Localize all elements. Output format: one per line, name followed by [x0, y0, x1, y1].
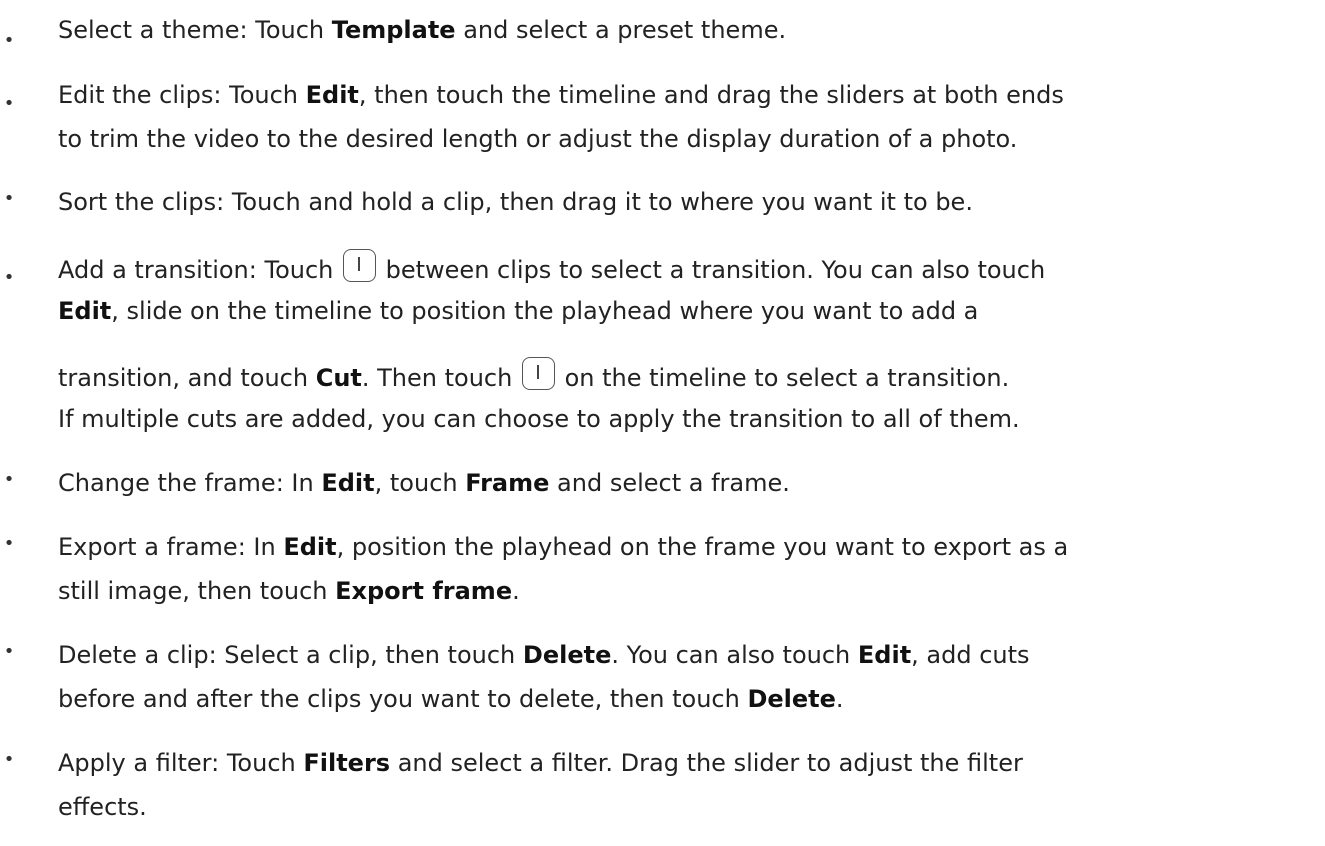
bullet-marker: • [3, 188, 15, 209]
ui-term: Edit [58, 297, 112, 325]
text-segment: before and after the clips you want to d… [58, 685, 748, 713]
text-segment: , then touch the timeline and drag the s… [358, 81, 1064, 109]
text-segment: and select a filter. Drag the slider to … [390, 749, 1023, 777]
ui-term: Edit [321, 469, 375, 497]
list-item-line: Change the frame: In Edit, touch Frame a… [58, 465, 790, 501]
bullet-marker: • [3, 30, 15, 51]
list-item-line: Add a transition: Touch between clips to… [58, 249, 1045, 288]
bullet-marker: • [3, 533, 15, 554]
ui-term: Frame [465, 469, 550, 497]
ui-term: Edit [857, 641, 912, 669]
text-segment: Change the frame: In [58, 469, 322, 497]
text-segment: , position the playhead on the frame you… [336, 533, 1069, 561]
text-segment: Edit the clips: Touch [58, 81, 306, 109]
text-segment: , touch [374, 469, 466, 497]
text-segment: Export a frame: In [58, 533, 284, 561]
list-item-line: Apply a filter: Touch Filters and select… [58, 745, 1023, 781]
list-item-line: transition, and touch Cut. Then touch on… [58, 357, 1009, 396]
bullet-marker: • [3, 749, 15, 770]
text-segment: to trim the video to the desired length … [58, 125, 1018, 153]
text-segment: Add a transition: Touch [58, 256, 341, 284]
ui-term: Filters [303, 749, 391, 777]
list-item-line: to trim the video to the desired length … [58, 121, 1017, 157]
text-segment: and select a preset theme. [455, 16, 787, 44]
text-segment: Sort the clips: Touch and hold a clip, t… [58, 188, 973, 216]
bullet-marker: • [3, 641, 15, 662]
text-segment: Select a theme: Touch [58, 16, 332, 44]
text-segment: Delete a clip: Select a clip, then touch [58, 641, 523, 669]
list-item-line: Edit, slide on the timeline to position … [58, 293, 978, 329]
text-segment: still image, then touch [58, 577, 336, 605]
bullet-marker: • [3, 267, 15, 288]
instruction-list: • Select a theme: Touch Template and sele… [0, 0, 1325, 846]
ui-term: Export frame [335, 577, 513, 605]
text-segment: . You can also touch [611, 641, 858, 669]
transition-button-icon [343, 249, 376, 282]
text-segment: transition, and touch [58, 364, 316, 392]
text-segment: Apply a filter: Touch [58, 749, 304, 777]
list-item-line: before and after the clips you want to d… [58, 681, 844, 717]
text-segment: . [512, 577, 520, 605]
ui-term: Cut [315, 364, 362, 392]
bullet-marker: • [3, 469, 15, 490]
list-item-line: If multiple cuts are added, you can choo… [58, 401, 1020, 437]
ui-term: Edit [305, 81, 359, 109]
ui-term: Template [331, 16, 456, 44]
list-item-line: effects. [58, 789, 147, 825]
ui-term: Edit [283, 533, 337, 561]
ui-term: Delete [522, 641, 612, 669]
list-item-line: Delete a clip: Select a clip, then touch… [58, 637, 1030, 673]
ui-term: Delete [747, 685, 836, 713]
list-item-line: Edit the clips: Touch Edit, then touch t… [58, 77, 1064, 113]
list-item-line: Sort the clips: Touch and hold a clip, t… [58, 184, 973, 220]
text-segment: between clips to select a transition. Yo… [378, 256, 1046, 284]
list-item-line: Export a frame: In Edit, position the pl… [58, 529, 1068, 565]
bullet-marker: • [3, 93, 15, 114]
text-segment: , add cuts [911, 641, 1030, 669]
text-segment: , slide on the timeline to position the … [111, 297, 979, 325]
text-segment: effects. [58, 793, 147, 821]
text-segment: on the timeline to select a transition. [556, 364, 1010, 392]
list-item-line: still image, then touch Export frame. [58, 573, 520, 609]
text-segment: and select a frame. [549, 469, 790, 497]
text-segment: If multiple cuts are added, you can choo… [58, 405, 1020, 433]
text-segment: . Then touch [361, 364, 520, 392]
list-item-line: Select a theme: Touch Template and selec… [58, 12, 786, 48]
text-segment: . [835, 685, 844, 713]
transition-button-icon [521, 357, 555, 390]
